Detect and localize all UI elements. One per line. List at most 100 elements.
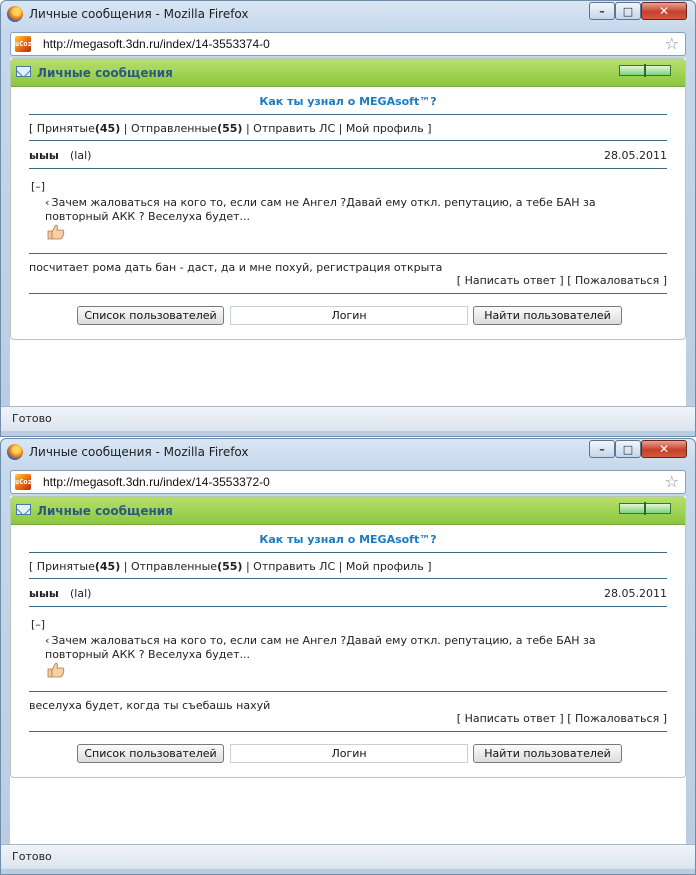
bracket: ] [ — [559, 712, 572, 725]
nav-bracket: [ — [29, 122, 34, 135]
nav-separator: | — [338, 560, 343, 573]
message-date: 28.05.2011 — [604, 149, 667, 162]
nav-sent-link[interactable]: Отправленные(55) — [131, 560, 242, 573]
panel-title: Личные сообщения — [37, 504, 173, 518]
pm-navigation: [ Принятые(45) | Отправленные(55) | Отпр… — [29, 560, 431, 573]
message-text: веселуха будет, когда ты съебашь нахуй — [29, 699, 271, 712]
close-button[interactable]: ✕ — [641, 440, 687, 458]
collapse-toggle[interactable]: [–] — [31, 180, 45, 193]
message-text: посчитает рома дать бан - даст, да и мне… — [29, 261, 443, 274]
nav-separator: | — [123, 122, 128, 135]
nav-sent-label[interactable]: Отправленные — [131, 560, 217, 573]
nav-profile-link[interactable]: Мой профиль — [346, 122, 424, 135]
status-bar: Готово — [1, 406, 695, 431]
nav-inbox-link[interactable]: Принятые(45) — [37, 560, 120, 573]
messages-panel: Личные сообщения Как ты узнал о MEGAsoft… — [10, 496, 686, 778]
title-bar[interactable]: Личные сообщения - Mozilla Firefox – □ ✕ — [1, 1, 695, 27]
page-content: Личные сообщения Как ты узнал о MEGAsoft… — [10, 496, 686, 844]
address-bar[interactable]: uCoz http://megasoft.3dn.ru/index/14-355… — [10, 32, 686, 56]
minimize-button[interactable]: – — [589, 2, 615, 20]
status-bar: Готово — [1, 844, 695, 869]
nav-separator: | — [338, 122, 343, 135]
maximize-button[interactable]: □ — [615, 2, 641, 20]
inbox-count[interactable]: (45) — [95, 122, 120, 135]
nav-inbox-label[interactable]: Принятые — [37, 560, 95, 573]
sent-count[interactable]: (55) — [217, 560, 242, 573]
quote-text: Зачем жаловаться на кого то, если сам не… — [45, 196, 596, 223]
url-text[interactable]: http://megasoft.3dn.ru/index/14-3553372-… — [43, 475, 270, 489]
site-favicon-icon: uCoz — [15, 474, 32, 490]
window-title: Личные сообщения - Mozilla Firefox — [29, 7, 249, 21]
message-actions: [ Написать ответ ] [ Пожаловаться ] — [457, 274, 667, 287]
site-favicon-icon: uCoz — [15, 36, 32, 52]
find-users-button[interactable]: Найти пользователей — [473, 744, 622, 763]
sender-login: (lal) — [70, 587, 92, 600]
quoted-message: ‹ Зачем жаловаться на кого то, если сам н… — [45, 196, 635, 224]
envelope-icon — [16, 66, 31, 77]
divider — [29, 731, 667, 732]
divider — [29, 140, 667, 141]
quote-arrow-icon: ‹ — [45, 196, 50, 209]
minimize-button[interactable]: – — [589, 440, 615, 458]
divider — [29, 114, 667, 115]
nav-inbox-label[interactable]: Принятые — [37, 122, 95, 135]
inbox-count[interactable]: (45) — [95, 560, 120, 573]
user-list-button[interactable]: Список пользователей — [77, 744, 224, 763]
browser-window: Личные сообщения - Mozilla Firefox – □ ✕… — [0, 438, 696, 875]
panel-title: Личные сообщения — [37, 66, 173, 80]
sender-login: (lal) — [70, 149, 92, 162]
thumbs-up-icon — [47, 224, 65, 240]
nav-profile-link[interactable]: Мой профиль — [346, 560, 424, 573]
reply-link[interactable]: Написать ответ — [465, 712, 556, 725]
bracket: ] [ — [559, 274, 572, 287]
status-text: Готово — [12, 850, 52, 863]
close-button[interactable]: ✕ — [641, 2, 687, 20]
login-search-input[interactable]: Логин — [230, 306, 468, 325]
panel-slider-icon[interactable] — [619, 502, 671, 515]
firefox-icon — [7, 444, 23, 460]
reply-link[interactable]: Написать ответ — [465, 274, 556, 287]
divider — [29, 552, 667, 553]
nav-bracket: ] — [427, 560, 432, 573]
nav-sent-label[interactable]: Отправленные — [131, 122, 217, 135]
browser-window: Личные сообщения - Mozilla Firefox – □ ✕… — [0, 0, 696, 437]
message-actions: [ Написать ответ ] [ Пожаловаться ] — [457, 712, 667, 725]
collapse-toggle[interactable]: [–] — [31, 618, 45, 631]
find-users-button[interactable]: Найти пользователей — [473, 306, 622, 325]
panel-header: Личные сообщения — [11, 59, 685, 87]
divider — [29, 293, 667, 294]
nav-send-pm-link[interactable]: Отправить ЛС — [253, 560, 335, 573]
nav-separator: | — [245, 122, 250, 135]
sender-name[interactable]: ыыы — [29, 149, 59, 162]
nav-sent-link[interactable]: Отправленные(55) — [131, 122, 242, 135]
user-list-button[interactable]: Список пользователей — [77, 306, 224, 325]
report-link[interactable]: Пожаловаться — [575, 712, 659, 725]
quoted-message: ‹ Зачем жаловаться на кого то, если сам н… — [45, 634, 635, 662]
sender-name[interactable]: ыыы — [29, 587, 59, 600]
url-text[interactable]: http://megasoft.3dn.ru/index/14-3553374-… — [43, 37, 270, 51]
thumbs-up-icon — [47, 662, 65, 678]
bracket: ] — [662, 274, 667, 287]
nav-inbox-link[interactable]: Принятые(45) — [37, 122, 120, 135]
nav-send-pm-link[interactable]: Отправить ЛС — [253, 122, 335, 135]
panel-slider-icon[interactable] — [619, 64, 671, 77]
window-title: Личные сообщения - Mozilla Firefox — [29, 445, 249, 459]
nav-bracket: [ — [29, 560, 34, 573]
bookmark-star-icon[interactable]: ☆ — [665, 34, 679, 53]
bookmark-star-icon[interactable]: ☆ — [665, 472, 679, 491]
login-search-input[interactable]: Логин — [230, 744, 468, 763]
message-topic: Как ты узнал о MEGAsoft™? — [259, 95, 437, 108]
maximize-button[interactable]: □ — [615, 440, 641, 458]
report-link[interactable]: Пожаловаться — [575, 274, 659, 287]
message-topic: Как ты узнал о MEGAsoft™? — [259, 533, 437, 546]
bracket: [ — [456, 274, 462, 287]
nav-separator: | — [245, 560, 250, 573]
sent-count[interactable]: (55) — [217, 122, 242, 135]
messages-panel: Личные сообщения Как ты узнал о MEGAsoft… — [10, 58, 686, 340]
divider — [29, 168, 667, 169]
divider — [29, 253, 667, 254]
title-bar[interactable]: Личные сообщения - Mozilla Firefox – □ ✕ — [1, 439, 695, 465]
address-bar[interactable]: uCoz http://megasoft.3dn.ru/index/14-355… — [10, 470, 686, 494]
divider — [29, 691, 667, 692]
pm-navigation: [ Принятые(45) | Отправленные(55) | Отпр… — [29, 122, 431, 135]
